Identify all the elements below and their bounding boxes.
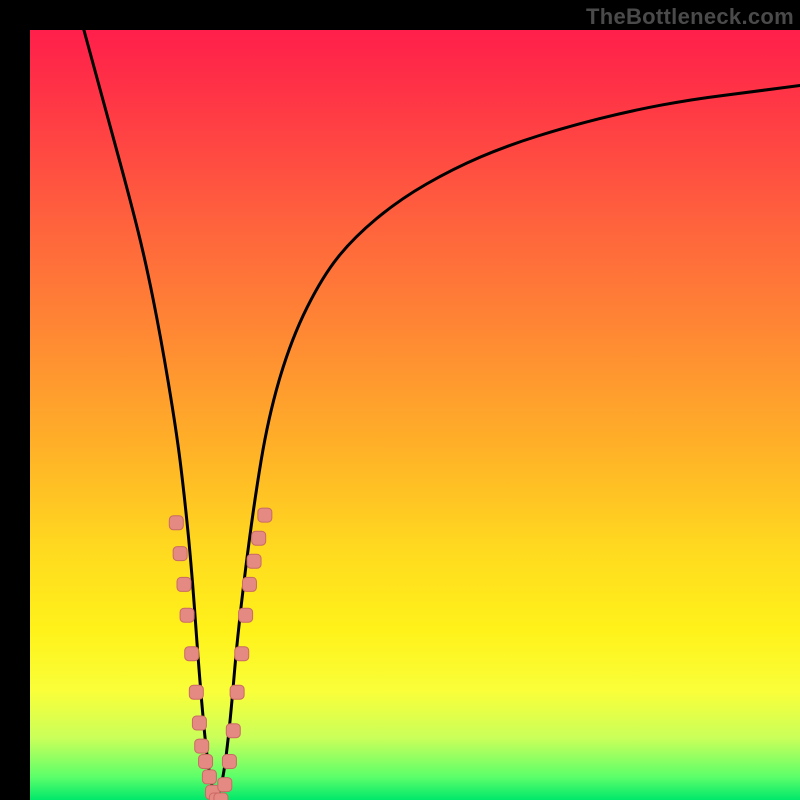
marker bbox=[173, 547, 187, 561]
marker bbox=[169, 516, 183, 530]
marker bbox=[242, 577, 256, 591]
marker bbox=[192, 716, 206, 730]
marker bbox=[230, 685, 244, 699]
marker bbox=[239, 608, 253, 622]
marker bbox=[226, 724, 240, 738]
marker bbox=[218, 778, 232, 792]
marker bbox=[195, 739, 209, 753]
marker bbox=[258, 508, 272, 522]
watermark-text: TheBottleneck.com bbox=[586, 4, 794, 30]
bottleneck-curve bbox=[84, 30, 800, 795]
marker bbox=[189, 685, 203, 699]
marker bbox=[222, 755, 236, 769]
bottleneck-curve-path bbox=[84, 30, 800, 795]
marker bbox=[185, 647, 199, 661]
marker bbox=[202, 770, 216, 784]
marker bbox=[180, 608, 194, 622]
marker bbox=[247, 554, 261, 568]
chart-overlay bbox=[30, 30, 800, 800]
marker bbox=[177, 577, 191, 591]
marker-cluster bbox=[169, 508, 272, 800]
chart-frame: TheBottleneck.com bbox=[0, 0, 800, 800]
marker bbox=[214, 793, 228, 800]
marker bbox=[235, 647, 249, 661]
marker bbox=[199, 755, 213, 769]
marker bbox=[252, 531, 266, 545]
